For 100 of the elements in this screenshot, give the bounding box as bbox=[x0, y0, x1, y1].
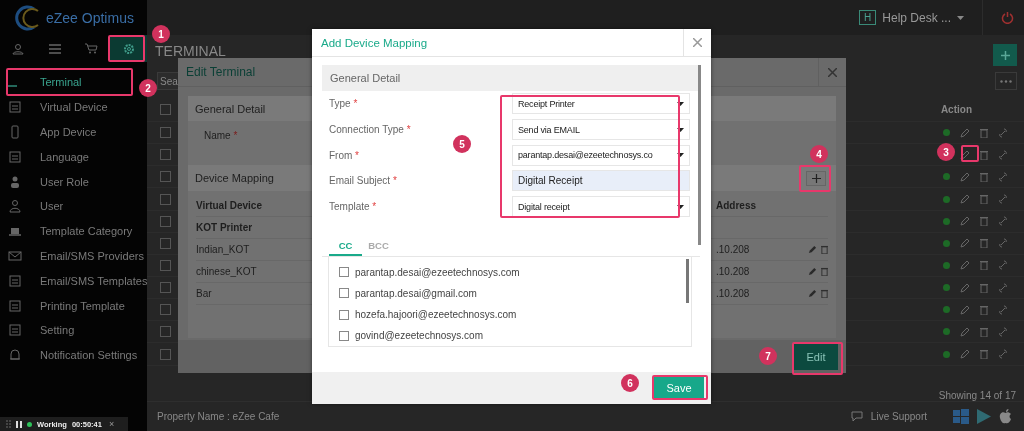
add-mapping-button[interactable] bbox=[806, 170, 826, 186]
row-checkbox[interactable] bbox=[160, 193, 171, 205]
delete-icon[interactable] bbox=[980, 194, 988, 204]
delete-icon[interactable] bbox=[821, 289, 828, 298]
sidebar-item[interactable]: Setting bbox=[40, 324, 75, 337]
sidebar-item[interactable]: Printing Template bbox=[40, 299, 125, 312]
row-checkbox[interactable] bbox=[160, 149, 171, 161]
link-icon[interactable] bbox=[998, 238, 1008, 249]
row-checkbox[interactable] bbox=[160, 259, 171, 271]
delete-icon[interactable] bbox=[980, 127, 988, 138]
sidebar-item[interactable]: Language bbox=[40, 150, 89, 163]
input-field[interactable]: Digital Receipt bbox=[512, 170, 690, 192]
section-header: Device Mapping bbox=[195, 172, 274, 184]
add-button[interactable] bbox=[993, 44, 1017, 66]
row-checkbox[interactable] bbox=[160, 304, 171, 316]
play-store-icon[interactable] bbox=[977, 408, 991, 424]
status-dot bbox=[943, 173, 950, 181]
plus-icon bbox=[811, 173, 821, 183]
field-label: Type * bbox=[329, 98, 358, 110]
sidebar-item[interactable]: Virtual Device bbox=[40, 101, 108, 114]
email-option: govind@ezeetechnosys.com bbox=[355, 330, 483, 342]
live-support-link[interactable]: Live Support bbox=[870, 410, 927, 422]
delete-icon[interactable] bbox=[980, 149, 988, 160]
help-desk-dropdown[interactable]: Help Desk ... bbox=[882, 10, 951, 25]
link-icon[interactable] bbox=[998, 216, 1008, 227]
delete-icon[interactable] bbox=[980, 238, 988, 249]
row-checkbox[interactable] bbox=[160, 282, 171, 294]
link-icon[interactable] bbox=[998, 127, 1008, 138]
windows-icon[interactable] bbox=[953, 408, 969, 424]
delete-icon[interactable] bbox=[980, 349, 988, 359]
more-button[interactable] bbox=[995, 72, 1017, 91]
sidebar-item[interactable]: App Device bbox=[40, 126, 97, 138]
table-cell: .10.208 bbox=[716, 266, 750, 277]
link-icon[interactable] bbox=[998, 194, 1008, 204]
delete-icon[interactable] bbox=[980, 304, 988, 315]
row-checkbox[interactable] bbox=[160, 237, 171, 249]
edit-icon[interactable] bbox=[808, 245, 817, 254]
edit-icon[interactable] bbox=[960, 282, 970, 293]
tab[interactable]: CC bbox=[329, 236, 362, 257]
delete-icon[interactable] bbox=[980, 282, 988, 293]
sidebar-item[interactable]: Terminal bbox=[40, 76, 82, 89]
edit-icon[interactable] bbox=[960, 149, 970, 160]
dropdown[interactable]: Receipt Printer bbox=[512, 93, 690, 115]
edit-icon[interactable] bbox=[960, 171, 970, 182]
highlight-frame bbox=[108, 35, 145, 62]
sidebar-item[interactable]: User Role bbox=[40, 175, 89, 188]
sidebar-item[interactable]: Notification Settings bbox=[40, 349, 138, 362]
power-icon[interactable] bbox=[1001, 11, 1014, 24]
sidebar-item[interactable]: Email/SMS Templates bbox=[40, 274, 148, 287]
save-button[interactable]: Save bbox=[654, 377, 704, 399]
sidebar-item[interactable]: Template Category bbox=[40, 225, 133, 238]
link-icon[interactable] bbox=[998, 304, 1008, 315]
edit-icon[interactable] bbox=[960, 304, 970, 315]
edit-icon[interactable] bbox=[960, 349, 970, 359]
row-checkbox[interactable] bbox=[160, 215, 171, 227]
status-dot bbox=[943, 195, 950, 203]
sidebar-item[interactable]: Email/SMS Providers bbox=[40, 249, 144, 262]
select-all-checkbox[interactable] bbox=[160, 103, 171, 115]
checkbox[interactable] bbox=[339, 267, 349, 278]
edit-icon[interactable] bbox=[960, 194, 970, 204]
checkbox[interactable] bbox=[339, 309, 349, 320]
edit-icon[interactable] bbox=[960, 260, 970, 271]
edit-button[interactable]: Edit bbox=[794, 343, 838, 370]
edit-icon[interactable] bbox=[960, 127, 970, 138]
link-icon[interactable] bbox=[998, 282, 1008, 293]
dropdown[interactable]: parantap.desai@ezeetechnosys.co bbox=[512, 144, 690, 166]
checkbox[interactable] bbox=[339, 330, 349, 341]
link-icon[interactable] bbox=[998, 349, 1008, 359]
apple-icon[interactable] bbox=[999, 408, 1012, 424]
edit-icon[interactable] bbox=[960, 216, 970, 227]
link-icon[interactable] bbox=[998, 326, 1008, 337]
link-icon[interactable] bbox=[998, 171, 1008, 182]
delete-icon[interactable] bbox=[821, 267, 828, 276]
delete-icon[interactable] bbox=[980, 216, 988, 227]
link-icon[interactable] bbox=[998, 149, 1008, 160]
drag-handle-icon[interactable] bbox=[6, 420, 11, 428]
row-checkbox[interactable] bbox=[160, 127, 171, 139]
caret-icon bbox=[677, 153, 684, 158]
row-checkbox[interactable] bbox=[160, 171, 171, 183]
row-checkbox[interactable] bbox=[160, 326, 171, 338]
delete-icon[interactable] bbox=[980, 260, 988, 271]
delete-icon[interactable] bbox=[821, 245, 828, 254]
status-dot bbox=[943, 306, 950, 314]
delete-icon[interactable] bbox=[980, 326, 988, 337]
edit-icon[interactable] bbox=[960, 326, 970, 337]
edit-icon[interactable] bbox=[808, 289, 817, 298]
more-icon bbox=[1000, 79, 1012, 83]
link-icon[interactable] bbox=[998, 260, 1008, 271]
checkbox[interactable] bbox=[339, 288, 349, 299]
close-button[interactable]: × bbox=[108, 419, 115, 429]
pause-icon[interactable] bbox=[16, 420, 22, 428]
sidebar-item[interactable]: User bbox=[40, 200, 64, 213]
highlight-frame bbox=[652, 375, 708, 400]
edit-icon[interactable] bbox=[960, 238, 970, 249]
dropdown[interactable]: Send via EMAIL bbox=[512, 119, 690, 141]
edit-icon[interactable] bbox=[808, 267, 817, 276]
scrollbar[interactable] bbox=[686, 259, 689, 304]
scrollbar[interactable] bbox=[698, 65, 701, 245]
row-checkbox[interactable] bbox=[160, 348, 171, 360]
delete-icon[interactable] bbox=[980, 171, 988, 182]
